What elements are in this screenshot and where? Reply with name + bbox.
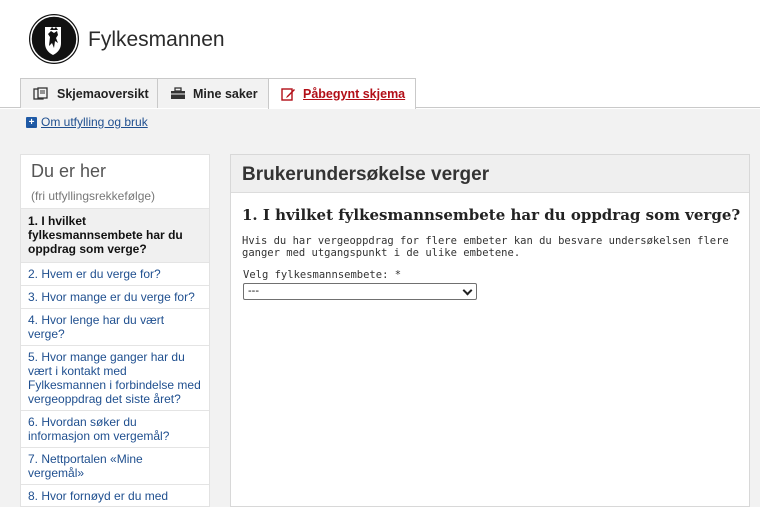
sidebar-title: Du er her [31,161,107,181]
sidebar-subtitle: (fri utfyllingsrekkefølge) [31,189,156,203]
help-link[interactable]: + Om utfylling og bruk [26,115,148,129]
app-title: Fylkesmannen [88,28,225,51]
sidebar-item-q5[interactable]: 5. Hvor mange ganger har du vært i konta… [21,345,209,410]
info-bar: + Om utfylling og bruk [0,109,760,133]
sidebar-item-q3[interactable]: 3. Hvor mange er du verge for? [21,285,209,308]
sidebar-item-q6[interactable]: 6. Hvordan søker du informasjon om verge… [21,410,209,447]
edit-icon [281,88,295,101]
header: Fylkesmannen [0,0,760,78]
tab-label: Skjemaoversikt [57,86,149,101]
briefcase-icon [171,87,185,99]
tab-label: Påbegynt skjema [303,87,406,101]
sidebar-item-q2[interactable]: 2. Hvem er du verge for? [21,262,209,285]
tab-label: Mine saker [193,86,258,101]
sidebar-item-q7[interactable]: 7. Nettportalen «Mine vergemål» [21,447,209,484]
tab-pabegynt-skjema[interactable]: Påbegynt skjema [268,78,416,109]
tab-bar: Skjemaoversikt Mine saker Påbegynt skjem… [0,78,760,109]
progress-sidebar: Du er her (fri utfyllingsrekkefølge) 1. … [20,154,210,507]
sidebar-item-q8[interactable]: 8. Hvor fornøyd er du med [21,484,209,506]
tab-mine-saker[interactable]: Mine saker [157,78,269,108]
form-heading: Brukerundersøkelse verger [231,155,749,193]
embete-select-value: --- [248,285,259,297]
sidebar-item-q1[interactable]: 1. I hvilket fylkesmannsembete har du op… [21,208,209,262]
norway-lion-crest-icon[interactable] [28,13,80,65]
chevron-down-icon [462,285,473,296]
plus-icon: + [26,116,37,128]
form-panel: Brukerundersøkelse verger 1. I hvilket f… [230,154,750,507]
files-icon [33,87,48,100]
tab-skjemaoversikt[interactable]: Skjemaoversikt [20,78,158,108]
sidebar-item-q4[interactable]: 4. Hvor lenge har du vært verge? [21,308,209,345]
help-link-label: Om utfylling og bruk [41,115,148,129]
question-help-text: Hvis du har vergeoppdrag for flere embet… [242,235,729,259]
question-title: 1. I hvilket fylkesmannsembete har du op… [242,206,741,224]
embete-select-label: Velg fylkesmannsembete: * [243,269,402,281]
embete-select[interactable]: --- [243,283,477,300]
